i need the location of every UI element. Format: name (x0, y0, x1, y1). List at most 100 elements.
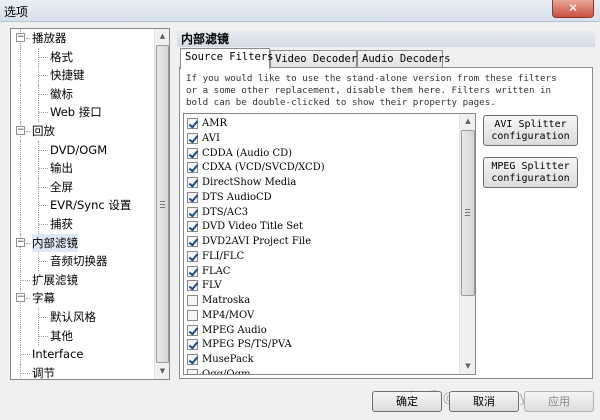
window-title: 选项 (4, 5, 29, 19)
filter-checkbox[interactable] (187, 206, 198, 218)
filter-checkbox[interactable] (187, 162, 198, 174)
tree-item[interactable]: 音频切换器 (11, 252, 155, 271)
apply-button[interactable]: 应用 (524, 391, 594, 412)
tree-connector (20, 103, 21, 122)
filter-checkbox[interactable] (187, 295, 198, 306)
filter-list-item[interactable]: MusePack (184, 352, 459, 367)
mpeg-splitter-config-button[interactable]: MPEG Splitter configuration (483, 157, 578, 188)
filter-list-item[interactable]: Matroska (184, 293, 459, 308)
filter-checkbox[interactable] (187, 354, 198, 365)
tree-scroll-thumb[interactable] (156, 45, 169, 363)
tree-item[interactable]: − 播放器 (11, 29, 155, 48)
scroll-down-arrow-icon[interactable]: ▼ (155, 364, 169, 379)
filter-list-item[interactable]: DirectShow Media (184, 175, 459, 190)
tree-item[interactable]: Web 接口 (11, 103, 155, 122)
filter-list-item[interactable]: CDXA (VCD/SVCD/XCD) (184, 160, 459, 175)
filter-checkbox[interactable] (187, 250, 198, 262)
tree-item[interactable]: 捕获 (11, 214, 155, 234)
filter-checkbox[interactable] (187, 191, 198, 203)
collapse-toggle-icon[interactable]: − (16, 293, 25, 303)
tree-connector (20, 196, 21, 215)
filter-checkbox[interactable] (187, 324, 198, 336)
tree-connector (20, 159, 21, 178)
filter-name: FLI/FLC (202, 250, 245, 262)
filter-list-item[interactable]: MPEG Audio (184, 323, 459, 338)
tree-item-label: 快捷键 (50, 68, 85, 83)
tree-connector (20, 214, 21, 234)
filter-name: DVD2AVI Project File (202, 236, 312, 247)
filter-checkbox[interactable] (187, 221, 198, 233)
collapse-toggle-icon[interactable]: − (16, 33, 25, 42)
filter-checkbox[interactable] (187, 368, 198, 374)
tree-item[interactable]: EVR/Sync 设置 (11, 196, 155, 215)
filter-list-item[interactable]: Ogg/Ogm (184, 367, 459, 374)
tree-item[interactable]: DVD/OGM (11, 140, 155, 160)
filter-checkbox[interactable] (187, 280, 198, 292)
collapse-toggle-icon[interactable]: − (16, 125, 25, 135)
tree-item-label: 内部滤镜 (32, 233, 78, 252)
tree-connector (39, 205, 48, 207)
tree-connector (20, 140, 21, 160)
tree-item[interactable]: 快捷键 (11, 66, 155, 85)
tree-item-label: 默认风格 (50, 309, 96, 324)
filter-checkbox[interactable] (187, 147, 198, 159)
filter-checkbox[interactable] (187, 177, 198, 188)
filter-list-item[interactable]: FLAC (184, 264, 459, 279)
tree-item[interactable]: 格式 (11, 47, 155, 67)
filter-list-item[interactable]: FLV (184, 278, 459, 293)
tree-item[interactable]: 其他 (11, 326, 155, 346)
tree-item[interactable]: − 字幕 (11, 289, 155, 308)
tree-scrollbar[interactable]: ▲ ▼ (154, 29, 169, 379)
filter-checkbox[interactable] (187, 265, 198, 277)
filter-list-scrollbar[interactable]: ▲ ▼ (459, 114, 475, 374)
cancel-button[interactable]: 取消 (449, 391, 519, 412)
filter-list-item[interactable]: DTS AudioCD (184, 190, 459, 205)
tab-audio-decoders[interactable]: Audio Decoders (357, 50, 451, 68)
filter-checkbox[interactable] (187, 236, 198, 247)
tree-item-label: 扩展滤镜 (32, 272, 78, 287)
tree-item-label: Web 接口 (50, 105, 102, 120)
filter-checkbox[interactable] (187, 118, 198, 129)
filter-name: DirectShow Media (202, 177, 297, 188)
source-filter-list: AMR AVI CDDA (Audio CD) CDXA (VCD/SVCD/XCD)… (183, 113, 476, 375)
tree-connector (39, 186, 48, 188)
tree-item-label: 其他 (50, 328, 73, 343)
tree-item[interactable]: − 回放 (11, 121, 155, 141)
close-icon[interactable]: ✕ (552, 0, 594, 18)
filter-list-item[interactable]: DVD2AVI Project File (184, 234, 459, 249)
tree-connector (39, 168, 48, 170)
filter-list-item[interactable]: AVI (184, 131, 459, 146)
tree-connector (26, 38, 30, 39)
tab-source-filters[interactable]: Source Filters (180, 48, 274, 69)
filter-list-item[interactable]: MP4/MOV (184, 308, 459, 323)
tree-item[interactable]: 默认风格 (11, 307, 155, 327)
avi-splitter-config-button[interactable]: AVI Splitter configuration (483, 115, 578, 146)
scroll-up-arrow-icon[interactable]: ▲ (460, 114, 475, 129)
filter-checkbox[interactable] (187, 309, 198, 321)
filter-list-item[interactable]: CDDA (Audio CD) (184, 146, 459, 161)
tree-connector (39, 75, 48, 77)
filter-list-item[interactable]: FLI/FLC (184, 249, 459, 264)
tree-item[interactable]: 全屏 (11, 177, 155, 197)
filter-list-item[interactable]: DVD Video Title Set (184, 219, 459, 234)
tree-item[interactable]: 调节 (11, 363, 155, 379)
filter-list-item[interactable]: MPEG PS/TS/PVA (184, 337, 459, 352)
filter-list-item[interactable]: DTS/AC3 (184, 205, 459, 220)
tree-item[interactable]: 徽标 (11, 84, 155, 104)
tree-item[interactable]: − 内部滤镜 (11, 233, 155, 253)
filter-checkbox[interactable] (187, 339, 198, 351)
ok-button[interactable]: 确定 (372, 391, 442, 412)
scroll-down-arrow-icon[interactable]: ▼ (460, 359, 475, 374)
filter-scroll-thumb[interactable] (461, 130, 475, 296)
tree-connector (20, 84, 21, 104)
collapse-toggle-icon[interactable]: − (16, 237, 25, 247)
filter-checkbox[interactable] (187, 132, 198, 144)
tree-connector (39, 56, 48, 58)
tree-item[interactable]: 扩展滤镜 (11, 270, 155, 290)
filter-list-item[interactable]: AMR (184, 116, 459, 131)
tree-connector (20, 326, 21, 346)
tab-video-decoders[interactable]: Video Decoders (270, 50, 364, 68)
scroll-up-arrow-icon[interactable]: ▲ (155, 29, 169, 44)
tree-item[interactable]: Interface (11, 345, 155, 364)
tree-item[interactable]: 输出 (11, 159, 155, 178)
